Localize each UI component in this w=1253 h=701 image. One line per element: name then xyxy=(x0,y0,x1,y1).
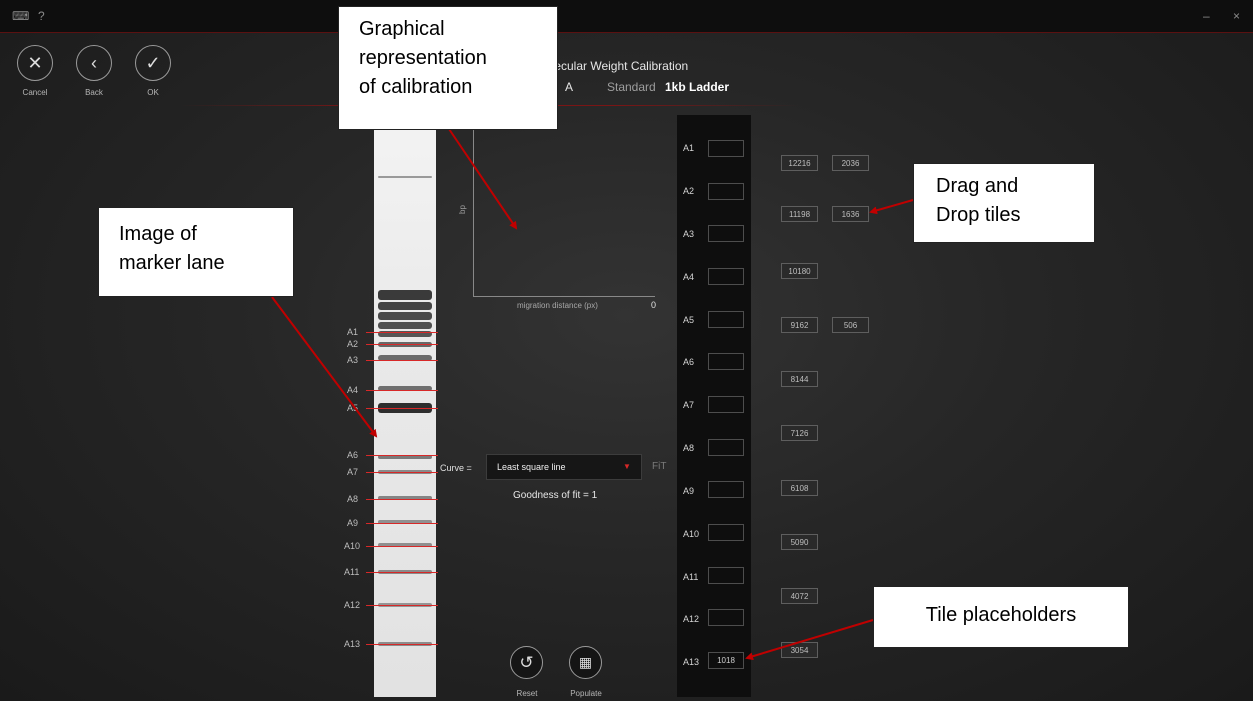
callout-marker-lane: Image of marker lane xyxy=(98,207,294,297)
callout-graph: Graphical representation of calibration xyxy=(338,6,558,130)
callout-placeholders: Tile placeholders xyxy=(873,586,1129,648)
arrow-to-chart xyxy=(448,128,518,230)
arrow-to-placeholder xyxy=(745,619,874,661)
arrow-to-lane xyxy=(271,296,378,438)
arrow-to-tiles xyxy=(869,199,914,215)
callout-drag-drop: Drag and Drop tiles xyxy=(913,163,1095,243)
app-window: ⌨ ? – × ✕ Cancel ‹ Back ✓ OK Molecular W… xyxy=(0,0,1253,701)
